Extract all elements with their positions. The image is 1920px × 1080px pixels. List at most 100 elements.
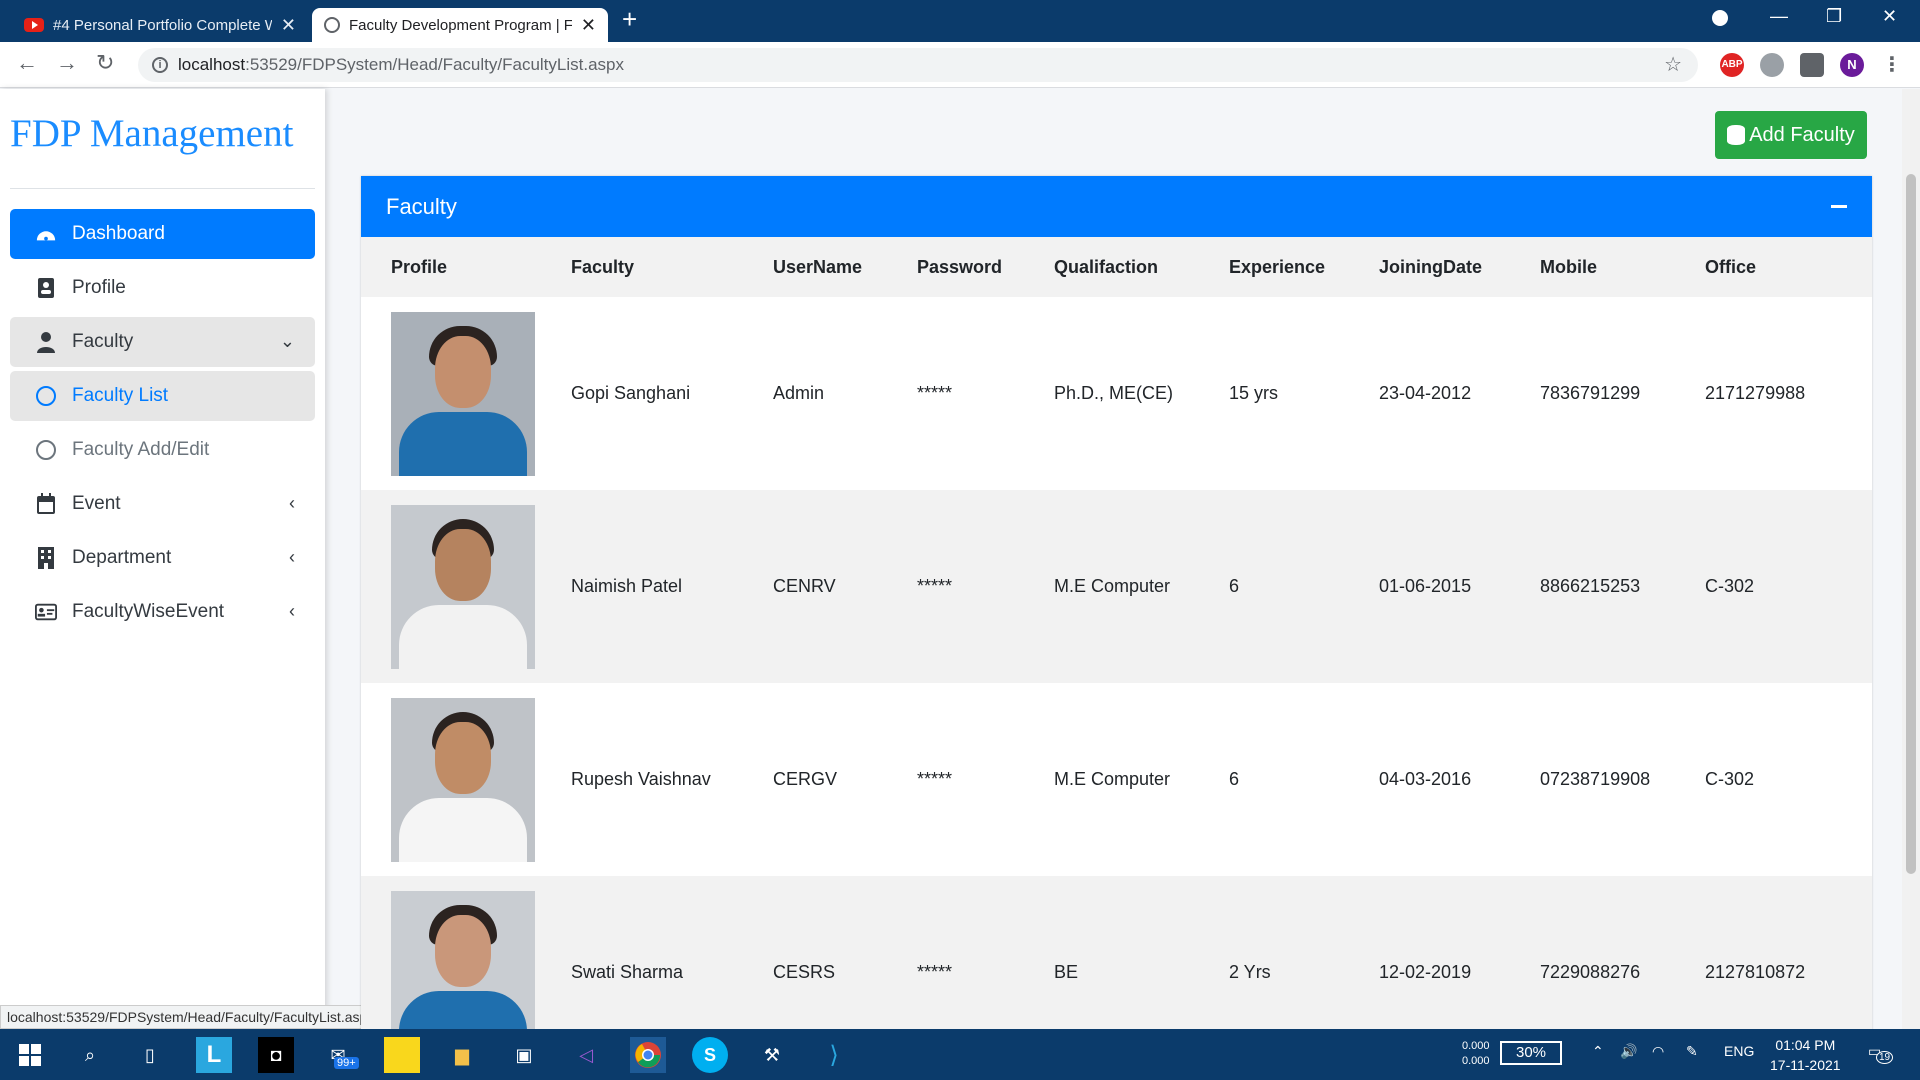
dolby-icon[interactable]: ◘ bbox=[258, 1037, 294, 1073]
cell-experience: 6 bbox=[1229, 769, 1240, 789]
extensions-icon[interactable] bbox=[1800, 53, 1824, 77]
cell-qualification: Ph.D., ME(CE) bbox=[1054, 383, 1174, 403]
mail-icon[interactable]: 99+ ✉ bbox=[320, 1037, 359, 1073]
cell-office: 2127810872 bbox=[1705, 962, 1806, 982]
sidebar: FDP Management Dashboard Profile Faculty… bbox=[0, 89, 325, 1029]
page-scrollbar[interactable] bbox=[1902, 89, 1920, 1029]
store-icon[interactable]: ▣ bbox=[506, 1037, 542, 1073]
close-tab-icon[interactable]: ✕ bbox=[581, 15, 596, 36]
tab-portfolio[interactable]: #4 Personal Portfolio Complete W ✕ bbox=[12, 8, 308, 42]
chevron-left-icon[interactable]: ‹ bbox=[289, 493, 295, 514]
add-faculty-button[interactable]: Add Faculty bbox=[1715, 111, 1867, 159]
youtube-icon bbox=[24, 18, 44, 32]
url-host: localhost bbox=[178, 55, 246, 74]
cell-mobile: 8866215253 bbox=[1540, 576, 1641, 596]
notification-icon[interactable]: ▭ 19 bbox=[1868, 1043, 1894, 1064]
sidebar-item-profile[interactable]: Profile bbox=[10, 263, 315, 313]
cell-experience: 2 Yrs bbox=[1229, 962, 1271, 982]
url-field[interactable]: i localhost:53529/FDPSystem/Head/Faculty… bbox=[138, 48, 1698, 82]
l-app-icon[interactable]: L bbox=[196, 1037, 232, 1073]
brand-title[interactable]: FDP Management bbox=[10, 111, 293, 156]
cell-username: CERGV bbox=[773, 769, 838, 789]
chevron-up-icon[interactable]: ⌃ bbox=[1592, 1043, 1604, 1060]
sidebar-item-label: Faculty bbox=[72, 331, 134, 352]
search-icon[interactable]: ⌕ bbox=[72, 1037, 108, 1073]
forward-icon[interactable]: → bbox=[56, 50, 78, 76]
chrome-icon[interactable] bbox=[630, 1037, 666, 1073]
sidebar-item-faculty[interactable]: Faculty ⌄ bbox=[10, 317, 315, 367]
cell-joining-date: 01-06-2015 bbox=[1379, 576, 1472, 596]
add-faculty-label: Add Faculty bbox=[1749, 123, 1855, 146]
profile-avatar[interactable]: N bbox=[1840, 53, 1864, 77]
column-header: UserName bbox=[773, 256, 863, 277]
battery-indicator[interactable]: 30% bbox=[1500, 1041, 1562, 1065]
dashboard-icon bbox=[35, 223, 57, 245]
file-explorer-icon[interactable]: ▆ bbox=[444, 1037, 480, 1073]
close-tab-icon[interactable]: ✕ bbox=[281, 15, 296, 36]
scrollbar-thumb[interactable] bbox=[1906, 174, 1916, 874]
sidebar-item-label: Faculty Add/Edit bbox=[72, 439, 210, 460]
cell-username: CESRS bbox=[773, 962, 836, 982]
sidebar-item-faculty-add-edit[interactable]: Faculty Add/Edit bbox=[10, 425, 315, 475]
back-icon[interactable]: ← bbox=[16, 50, 38, 76]
restore-icon[interactable]: ❐ bbox=[1826, 6, 1842, 27]
sidebar-item-label: Event bbox=[72, 493, 121, 514]
sidebar-item-label: Department bbox=[72, 547, 172, 568]
visual-studio-icon[interactable]: ◁ bbox=[568, 1037, 604, 1073]
url-path: :53529/FDPSystem/Head/Faculty/FacultyLis… bbox=[245, 55, 624, 74]
collapse-minus-icon[interactable] bbox=[1831, 205, 1847, 208]
sidebar-item-event[interactable]: Event ‹ bbox=[10, 479, 315, 529]
reload-icon[interactable]: ↻ bbox=[96, 50, 114, 76]
skype-icon[interactable]: S bbox=[692, 1037, 728, 1073]
column-header: Faculty bbox=[571, 256, 635, 277]
sticky-notes-icon[interactable] bbox=[384, 1037, 420, 1073]
minimize-icon[interactable]: — bbox=[1770, 6, 1788, 27]
sidebar-item-department[interactable]: Department ‹ bbox=[10, 533, 315, 583]
menu-kebab-icon[interactable]: ⋮ bbox=[1880, 53, 1904, 77]
cell-experience: 15 yrs bbox=[1229, 383, 1279, 403]
sidebar-item-faculty-list[interactable]: Faculty List bbox=[10, 371, 315, 421]
info-icon[interactable]: i bbox=[152, 57, 168, 73]
sidebar-item-label: Faculty List bbox=[72, 385, 169, 406]
cell-username: CENRV bbox=[773, 576, 836, 596]
chevron-left-icon[interactable]: ‹ bbox=[289, 601, 295, 622]
building-icon bbox=[35, 547, 57, 569]
vscode-icon[interactable]: ⟩ bbox=[816, 1037, 852, 1073]
notification-count: 19 bbox=[1876, 1051, 1894, 1064]
sidebar-item-label: Dashboard bbox=[72, 223, 165, 244]
column-header: Qualifaction bbox=[1054, 256, 1159, 277]
circle-icon bbox=[35, 439, 57, 461]
table-row: Naimish Patel CENRV ***** M.E Computer 6… bbox=[361, 490, 1872, 683]
volume-icon[interactable]: 🔊 bbox=[1620, 1043, 1637, 1060]
wifi-icon[interactable]: ◠ bbox=[1652, 1043, 1664, 1060]
user-icon bbox=[35, 331, 57, 353]
clock[interactable]: 01:04 PM 17-11-2021 bbox=[1770, 1035, 1841, 1075]
tools-icon[interactable]: ⚒ bbox=[754, 1037, 790, 1073]
task-view-icon[interactable]: ▯ bbox=[132, 1037, 168, 1073]
network-meter: 0.000 0.000 bbox=[1462, 1039, 1490, 1069]
column-header: Mobile bbox=[1540, 256, 1597, 277]
column-header: Password bbox=[917, 256, 1003, 277]
bookmark-star-icon[interactable]: ☆ bbox=[1664, 52, 1682, 77]
chevron-down-icon[interactable]: ⌄ bbox=[280, 331, 295, 352]
windows-start-icon[interactable] bbox=[12, 1037, 48, 1073]
browser-tab-bar: #4 Personal Portfolio Complete W ✕ Facul… bbox=[0, 0, 1920, 42]
tab-faculty-program[interactable]: Faculty Development Program | F ✕ bbox=[312, 8, 608, 42]
cell-mobile: 7836791299 bbox=[1540, 383, 1641, 403]
adblock-icon[interactable]: ABP bbox=[1720, 53, 1744, 77]
language-indicator[interactable]: ENG bbox=[1724, 1043, 1754, 1059]
tab-search-icon[interactable] bbox=[1712, 10, 1728, 26]
close-window-icon[interactable]: ✕ bbox=[1882, 6, 1897, 27]
new-tab-icon[interactable]: + bbox=[622, 4, 637, 35]
cell-username: Admin bbox=[773, 383, 825, 403]
pen-icon[interactable]: ✎ bbox=[1686, 1043, 1698, 1060]
sidebar-item-dashboard[interactable]: Dashboard bbox=[10, 209, 315, 259]
clock-date: 17-11-2021 bbox=[1770, 1057, 1841, 1073]
cell-joining-date: 12-02-2019 bbox=[1379, 962, 1472, 982]
circle-icon bbox=[35, 385, 57, 407]
camera-icon[interactable] bbox=[1760, 53, 1784, 77]
chevron-left-icon[interactable]: ‹ bbox=[289, 547, 295, 568]
cell-qualification: M.E Computer bbox=[1054, 769, 1171, 789]
sidebar-item-facultywiseevent[interactable]: FacultyWiseEvent ‹ bbox=[10, 587, 315, 637]
faculty-card: Faculty Profile Faculty UserName Passwor… bbox=[361, 176, 1872, 1029]
